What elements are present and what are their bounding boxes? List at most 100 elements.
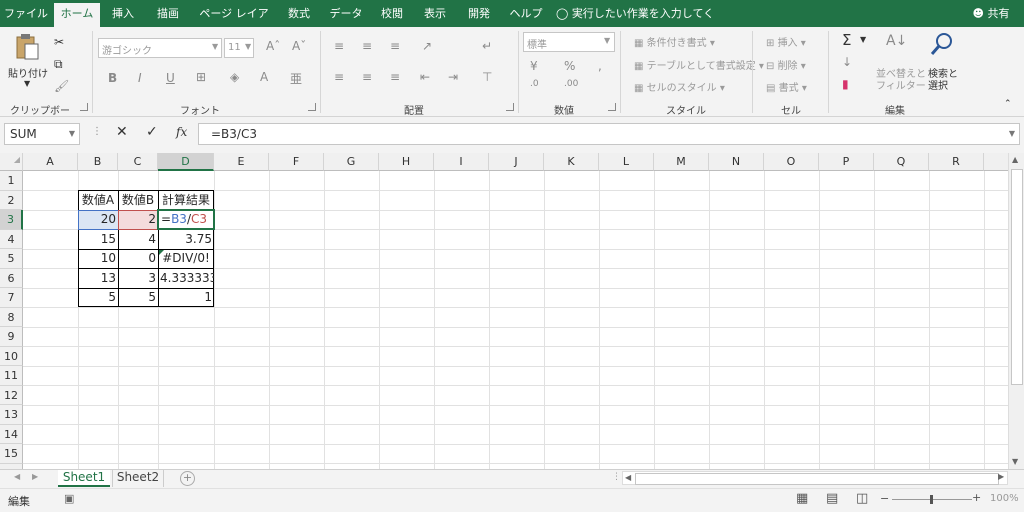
tab-home[interactable]: ホーム: [54, 3, 100, 27]
sort-filter-icon[interactable]: A↓: [886, 33, 907, 49]
font-launcher-icon[interactable]: [308, 103, 316, 111]
column-header-a[interactable]: A: [23, 153, 78, 171]
border-icon[interactable]: ⊞: [196, 70, 206, 84]
merge-center-icon[interactable]: ⊤: [482, 70, 492, 84]
cell-c6[interactable]: 3: [118, 269, 158, 288]
number-launcher-icon[interactable]: [608, 103, 616, 111]
phonetic-icon[interactable]: 亜: [290, 70, 302, 87]
increase-font-icon[interactable]: Aˆ: [266, 39, 280, 53]
scroll-right-icon[interactable]: ▶: [998, 472, 1004, 481]
tab-help[interactable]: ヘルプ: [504, 0, 548, 27]
macro-record-icon[interactable]: ▣: [64, 492, 74, 505]
column-header-h[interactable]: H: [379, 153, 434, 171]
tab-data[interactable]: データ: [324, 0, 368, 27]
enter-icon[interactable]: ✓: [146, 124, 158, 140]
align-middle-icon[interactable]: ≡: [362, 39, 372, 53]
split-handle-icon[interactable]: ⋮: [612, 472, 621, 482]
formula-input[interactable]: =B3/C3 ▼: [198, 123, 1020, 145]
column-header-n[interactable]: N: [709, 153, 764, 171]
delete-cells-button[interactable]: ⊟ 削除 ▾: [766, 57, 806, 72]
currency-icon[interactable]: ¥: [530, 59, 538, 73]
row-header-2[interactable]: 2: [0, 190, 23, 210]
next-sheet-icon[interactable]: ▶: [32, 472, 38, 481]
column-header-f[interactable]: F: [269, 153, 324, 171]
normal-view-icon[interactable]: ▦: [796, 491, 808, 506]
filter-label[interactable]: フィルター: [876, 77, 926, 92]
column-header-l[interactable]: L: [599, 153, 654, 171]
row-header-1[interactable]: 1: [0, 171, 23, 191]
cell-styles-button[interactable]: ▦ セルのスタイル ▾: [634, 79, 725, 94]
row-header-4[interactable]: 4: [0, 229, 23, 249]
font-color-icon[interactable]: A: [260, 70, 268, 84]
format-as-table-button[interactable]: ▦ テーブルとして書式設定 ▾: [634, 57, 764, 72]
format-cells-button[interactable]: ▤ 書式 ▾: [766, 79, 807, 94]
wrap-text-icon[interactable]: ↵: [482, 39, 492, 53]
fill-color-icon[interactable]: ◈: [230, 70, 239, 84]
row-header-13[interactable]: 13: [0, 405, 23, 425]
cell-c5[interactable]: 0: [118, 249, 158, 268]
row-header-5[interactable]: 5: [0, 249, 23, 269]
tab-review[interactable]: 校閲: [374, 0, 410, 27]
increase-indent-icon[interactable]: ⇥: [448, 70, 458, 84]
clear-icon[interactable]: ▮: [842, 77, 849, 91]
name-box[interactable]: SUM ▼: [4, 123, 80, 145]
align-center-icon[interactable]: ≡: [362, 70, 372, 84]
row-header-15[interactable]: 15: [0, 444, 23, 464]
tell-me-box[interactable]: ◯ 実行したい作業を入力してください: [556, 0, 716, 47]
column-header-e[interactable]: E: [214, 153, 269, 171]
error-indicator-icon[interactable]: [159, 249, 164, 255]
cell-d7[interactable]: 1: [158, 288, 214, 307]
cell-d4[interactable]: 3.75: [158, 230, 214, 249]
autosum-icon[interactable]: Σ: [842, 31, 851, 49]
zoom-in-icon[interactable]: +: [972, 491, 981, 504]
scroll-up-icon[interactable]: ▲: [1012, 155, 1018, 164]
scroll-down-icon[interactable]: ▼: [1012, 457, 1018, 466]
cut-icon[interactable]: ✂: [54, 35, 64, 49]
column-header-i[interactable]: I: [434, 153, 489, 171]
cell-b3[interactable]: 20: [78, 210, 118, 229]
fill-icon[interactable]: ↓: [842, 55, 852, 69]
column-header-d[interactable]: D: [158, 153, 214, 171]
row-header-14[interactable]: 14: [0, 424, 23, 444]
column-header-g[interactable]: G: [324, 153, 379, 171]
paste-button[interactable]: [14, 33, 40, 61]
orientation-icon[interactable]: ↗: [422, 39, 432, 53]
increase-decimal-icon[interactable]: .0: [530, 79, 539, 89]
tab-insert[interactable]: 挿入: [104, 0, 142, 27]
column-header-o[interactable]: O: [764, 153, 819, 171]
insert-function-button[interactable]: fx: [176, 125, 187, 139]
alignment-launcher-icon[interactable]: [506, 103, 514, 111]
share-button[interactable]: ☻ 共有: [966, 0, 1016, 27]
number-format-select[interactable]: 標準 ▼: [523, 32, 615, 52]
insert-cells-button[interactable]: ⊞ 挿入 ▾: [766, 34, 806, 49]
cell-c3[interactable]: 2: [118, 210, 158, 229]
zoom-out-icon[interactable]: −: [880, 492, 889, 505]
select-all-corner[interactable]: ◢: [0, 153, 23, 171]
underline-icon[interactable]: U: [166, 71, 175, 85]
format-painter-icon[interactable]: 🖌: [54, 79, 69, 93]
cell-d2[interactable]: 計算結果: [158, 191, 214, 210]
decrease-font-icon[interactable]: Aˇ: [292, 39, 306, 53]
cell-d3-editing[interactable]: =B3/C3: [159, 210, 213, 229]
paste-dropdown-icon[interactable]: ▼: [24, 79, 30, 88]
sheet-tab-sheet1[interactable]: Sheet1: [58, 470, 110, 487]
cell-b4[interactable]: 15: [78, 230, 118, 249]
vertical-scrollbar[interactable]: ▲ ▼: [1008, 153, 1024, 469]
find-select-button[interactable]: [930, 31, 954, 60]
collapse-ribbon-icon[interactable]: ⌃: [1004, 99, 1012, 109]
column-header-p[interactable]: P: [819, 153, 874, 171]
tab-file[interactable]: ファイル: [2, 0, 50, 27]
tab-formulas[interactable]: 数式: [280, 0, 318, 27]
cell-c4[interactable]: 4: [118, 230, 158, 249]
chevron-down-icon[interactable]: ▼: [860, 35, 866, 44]
scroll-left-icon[interactable]: ◀: [625, 473, 631, 482]
row-header-12[interactable]: 12: [0, 385, 23, 405]
column-header-j[interactable]: J: [489, 153, 544, 171]
align-bottom-icon[interactable]: ≡: [390, 39, 400, 53]
tab-draw[interactable]: 描画: [148, 0, 188, 27]
conditional-format-button[interactable]: ▦ 条件付き書式 ▾: [634, 34, 715, 49]
cancel-icon[interactable]: ✕: [116, 124, 128, 140]
column-header-q[interactable]: Q: [874, 153, 929, 171]
horizontal-scroll-thumb[interactable]: [635, 473, 999, 485]
column-header-m[interactable]: M: [654, 153, 709, 171]
